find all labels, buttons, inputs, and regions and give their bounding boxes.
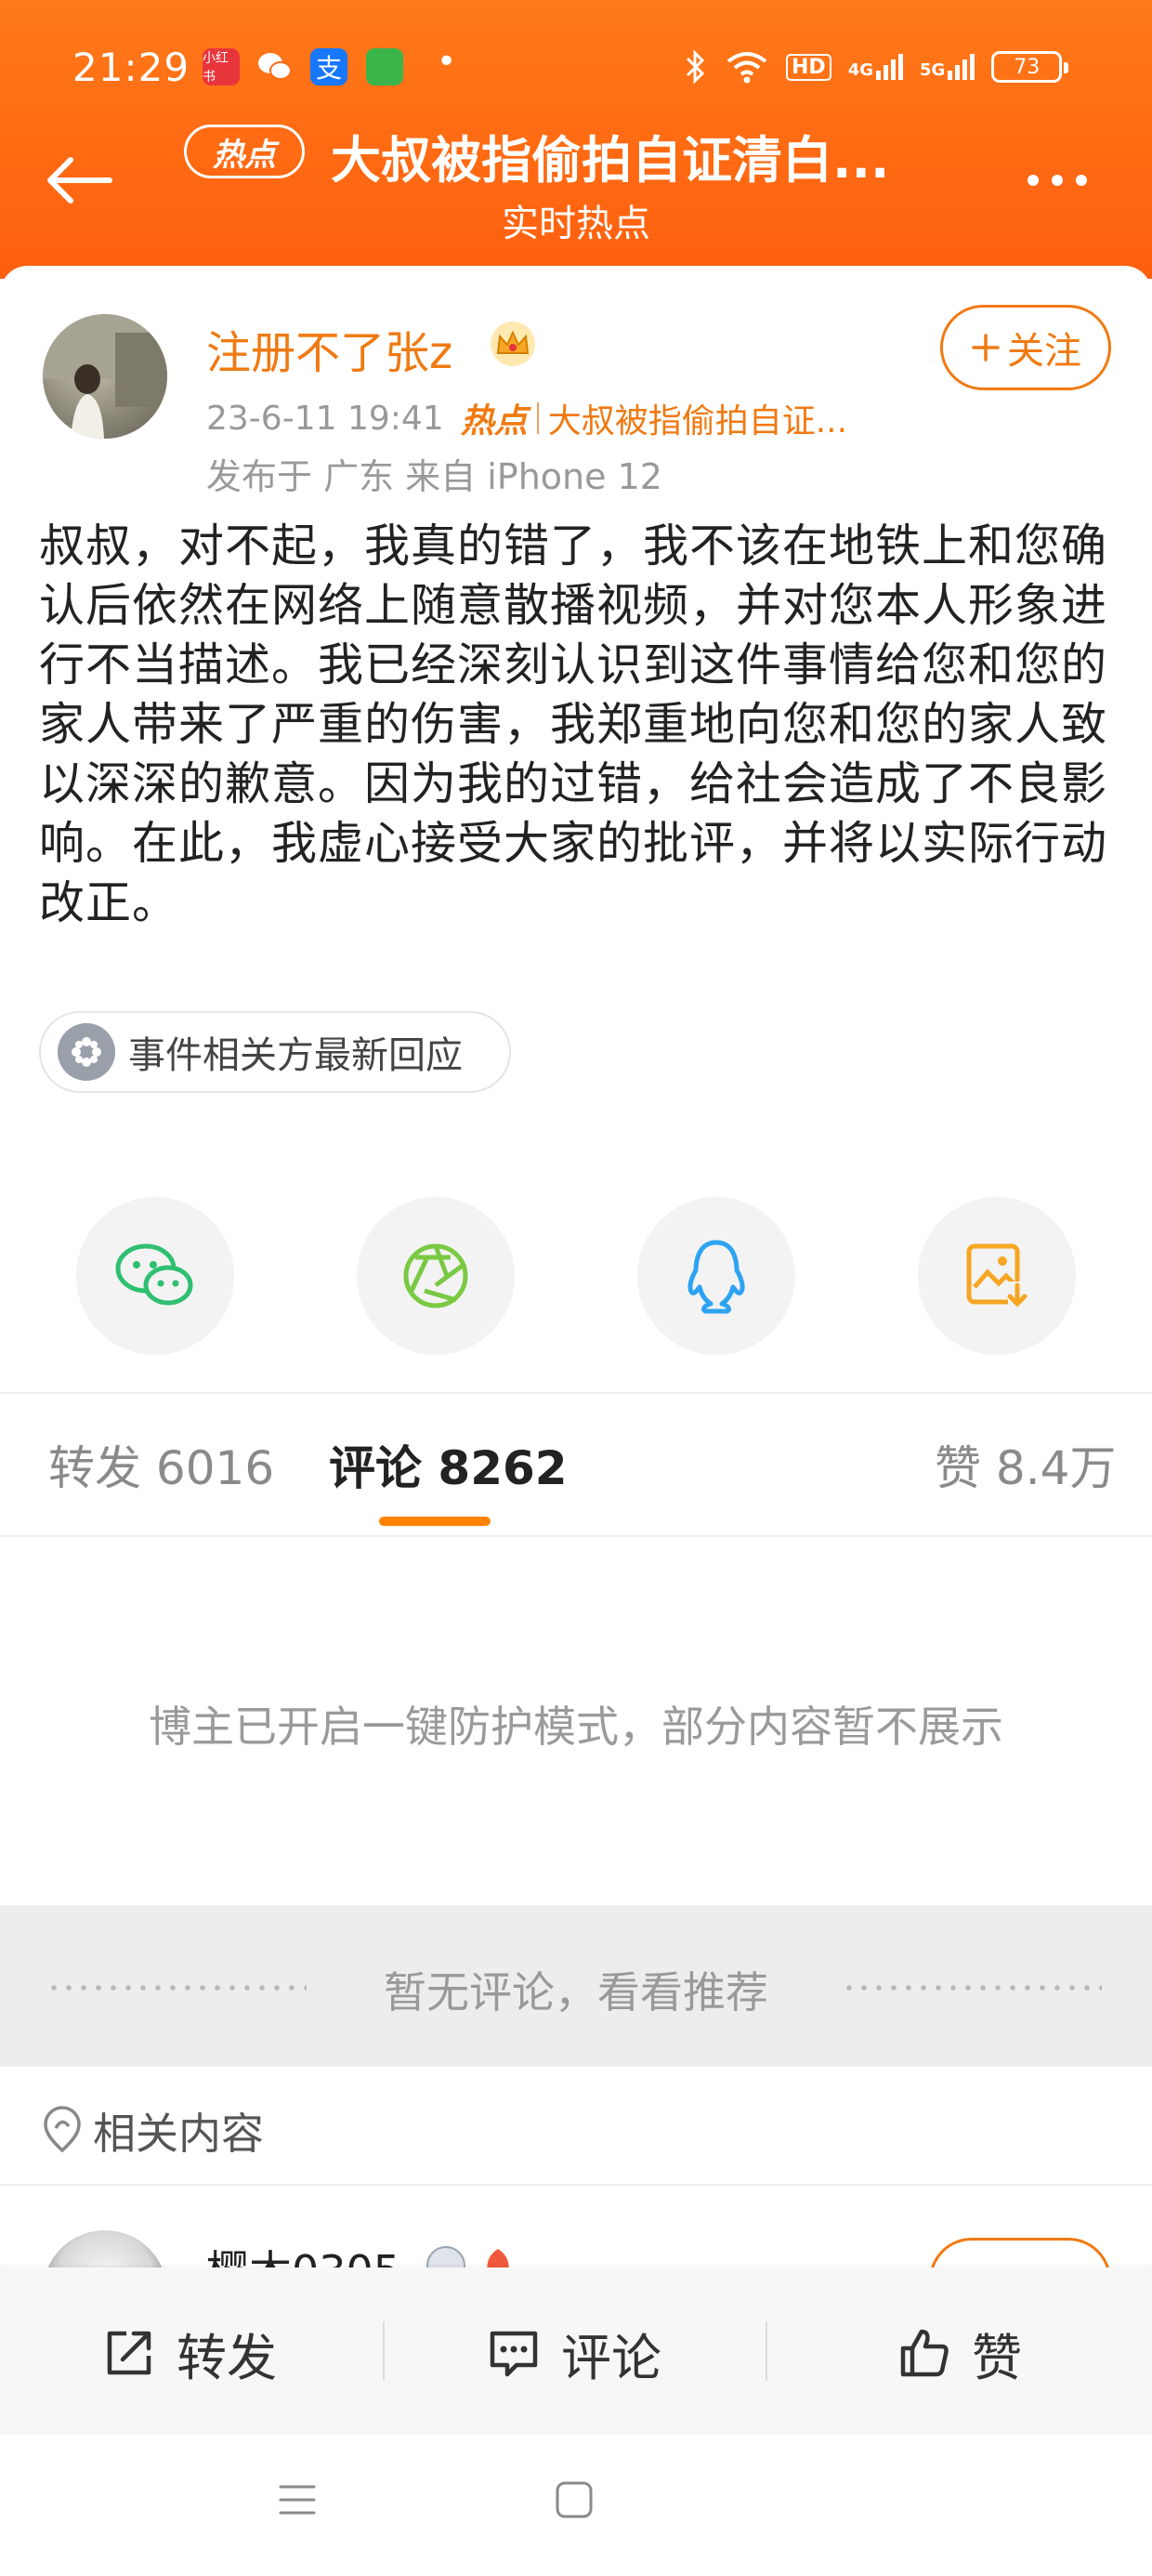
event-flower-icon bbox=[58, 1023, 115, 1081]
protection-message: 博主已开启一键防护模式，部分内容暂不展示 bbox=[149, 1702, 1003, 1752]
signal-5g: 5G bbox=[920, 54, 975, 80]
thumbs-up-icon bbox=[900, 2329, 949, 2377]
comment-icon bbox=[490, 2331, 538, 2377]
qq-icon bbox=[687, 1240, 745, 1314]
status-dot: • bbox=[437, 43, 457, 81]
tab-repost[interactable]: 转发 6016 bbox=[48, 1431, 274, 1498]
post-timestamp: 23-6-11 19:41 bbox=[206, 399, 444, 438]
like-label: 赞 bbox=[972, 2328, 1022, 2387]
page-subtitle: 实时热点 bbox=[502, 203, 650, 245]
follow-button[interactable]: 关注 bbox=[940, 305, 1111, 390]
no-comments-text: 暂无评论，看看推荐 bbox=[384, 1967, 768, 2017]
event-tag[interactable]: 事件相关方最新回应 bbox=[39, 1011, 511, 1093]
more-button[interactable] bbox=[1028, 160, 1106, 201]
tab-comments[interactable]: 评论 8262 bbox=[329, 1431, 568, 1498]
meta-divider bbox=[536, 402, 539, 434]
alipay-icon: 支 bbox=[310, 48, 347, 85]
menu-key-icon[interactable] bbox=[275, 2477, 320, 2526]
tab-likes[interactable]: 赞 8.4万 bbox=[935, 1431, 1116, 1498]
action-separator bbox=[383, 2321, 385, 2381]
hot-tag: 热点 bbox=[460, 402, 528, 440]
share-wechat-button[interactable] bbox=[76, 1197, 234, 1355]
share-moments-button[interactable] bbox=[357, 1197, 515, 1355]
repost-label: 转发 bbox=[177, 2328, 277, 2387]
repost-button[interactable]: 转发 bbox=[102, 2307, 277, 2399]
divider bbox=[0, 1535, 1152, 1537]
comment-button[interactable]: 评论 bbox=[487, 2307, 661, 2399]
status-time: 21:29 bbox=[72, 45, 190, 90]
status-right: HD 4G 5G 73 bbox=[684, 46, 1069, 87]
author-avatar[interactable] bbox=[43, 314, 167, 439]
more-dot-icon bbox=[1076, 175, 1087, 186]
plus-icon bbox=[972, 334, 1000, 361]
more-dot-icon bbox=[1052, 175, 1063, 186]
post-location: 发布于 广东 来自 iPhone 12 bbox=[206, 456, 662, 497]
wechat-icon bbox=[115, 1243, 193, 1306]
author-name[interactable]: 注册不了张z bbox=[206, 316, 452, 381]
hd-badge: HD bbox=[786, 53, 831, 81]
share-qq-button[interactable] bbox=[637, 1197, 795, 1355]
home-key-icon[interactable] bbox=[552, 2477, 596, 2526]
comment-label: 评论 bbox=[561, 2328, 661, 2387]
related-content-label: 相关内容 bbox=[93, 2109, 264, 2159]
hot-badge: 热点 bbox=[184, 125, 305, 178]
bluetooth-icon bbox=[686, 49, 705, 85]
post-content: 叔叔，对不起，我真的错了，我不该在地铁上和您确认后依然在网络上随意散播视频，并对… bbox=[39, 519, 1108, 929]
wifi-icon bbox=[727, 52, 767, 84]
action-separator bbox=[766, 2321, 767, 2381]
green-app-icon bbox=[366, 48, 403, 85]
location-pin-icon bbox=[41, 2104, 84, 2154]
wechat-status-icon bbox=[256, 48, 294, 85]
save-image-icon bbox=[966, 1243, 1028, 1309]
like-button[interactable]: 赞 bbox=[897, 2307, 1022, 2399]
post-meta: 23-6-11 19:41 热点 大叔被指偷拍自证... bbox=[206, 394, 847, 442]
active-tab-indicator bbox=[379, 1517, 491, 1526]
xiaohongshu-icon: 小红书 bbox=[203, 48, 240, 85]
moments-icon bbox=[403, 1243, 468, 1308]
more-dot-icon bbox=[1028, 175, 1039, 186]
page-title: 大叔被指偷拍自证清白... bbox=[331, 131, 890, 190]
crown-badge-icon bbox=[489, 320, 537, 368]
signal-4g: 4G bbox=[848, 54, 903, 80]
divider bbox=[0, 1392, 1152, 1394]
battery-indicator: 73 bbox=[991, 51, 1069, 83]
divider bbox=[0, 2184, 1152, 2186]
repost-icon bbox=[107, 2331, 151, 2375]
follow-label: 关注 bbox=[1007, 330, 1081, 373]
event-tag-label: 事件相关方最新回应 bbox=[128, 1034, 463, 1077]
topic-link[interactable]: 大叔被指偷拍自证... bbox=[548, 394, 847, 442]
save-image-button[interactable] bbox=[918, 1197, 1076, 1355]
